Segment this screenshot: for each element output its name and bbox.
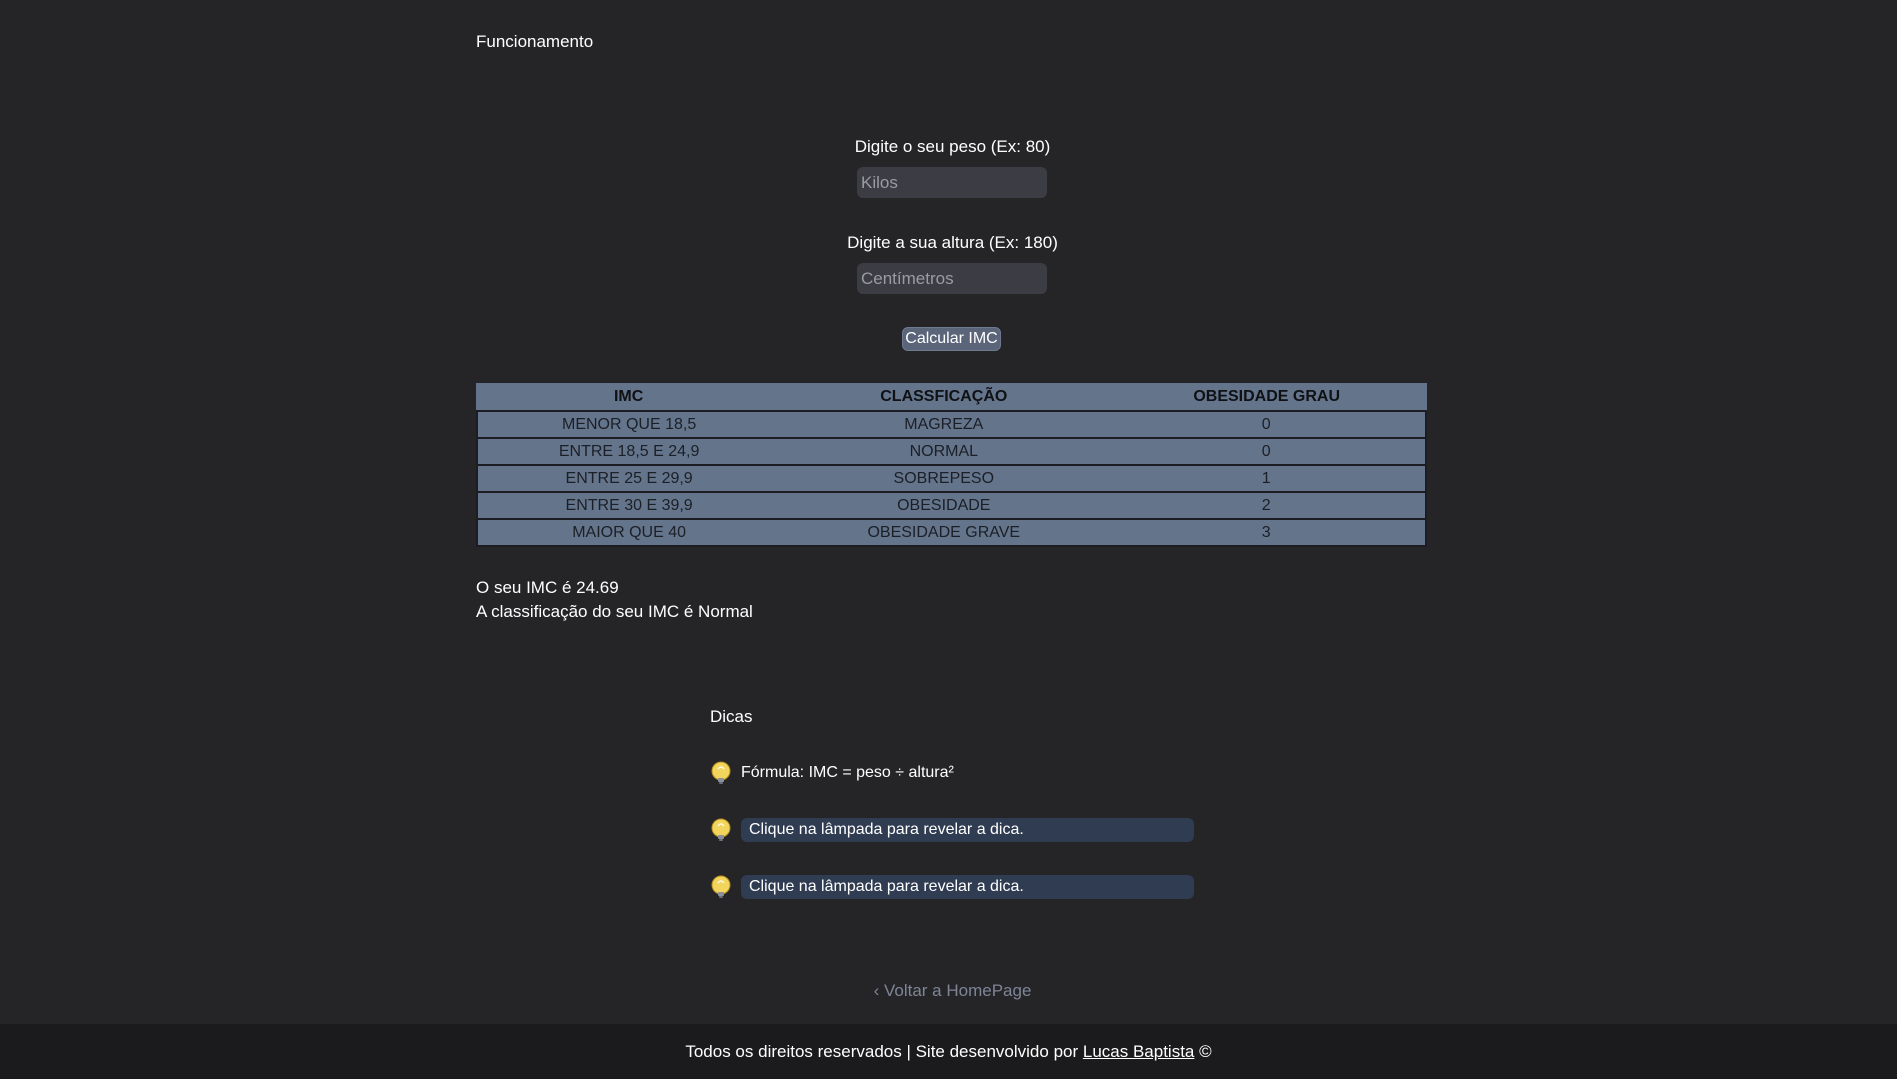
height-input[interactable] — [857, 263, 1047, 294]
footer-copyright: © — [1199, 1042, 1212, 1061]
page-title: Funcionamento — [476, 32, 594, 51]
tip-hidden-box[interactable]: Clique na lâmpada para revelar a dica. — [741, 818, 1194, 842]
weight-label: Digite o seu peso (Ex: 80) — [854, 137, 1051, 156]
table-cell-classification: NORMAL — [780, 437, 1108, 465]
back-to-homepage-link[interactable]: ‹ Voltar a HomePage — [0, 981, 1897, 1001]
table-cell-classification: MAGREZA — [780, 410, 1108, 438]
table-row: MENOR QUE 18,5 MAGREZA 0 — [475, 410, 1427, 438]
tip-text-formula: Fórmula: IMC = peso ÷ altura² — [741, 764, 954, 781]
table-cell-imc: ENTRE 25 E 29,9 — [475, 464, 781, 492]
tips-title: Dicas — [710, 707, 753, 726]
tip-item-revealed: Fórmula: IMC = peso ÷ altura² — [710, 761, 954, 785]
imc-table: IMC CLASSFICAÇÃO OBESIDADE GRAU MENOR QU… — [475, 383, 1427, 547]
lightbulb-icon[interactable] — [710, 761, 732, 785]
table-cell-grade: 0 — [1107, 437, 1427, 465]
table-cell-imc: ENTRE 18,5 E 24,9 — [475, 437, 781, 465]
table-cell-imc: ENTRE 30 E 39,9 — [475, 491, 781, 519]
table-cell-imc: MENOR QUE 18,5 — [475, 410, 781, 438]
table-row: ENTRE 25 E 29,9 SOBREPESO 1 — [475, 464, 1427, 492]
lightbulb-icon[interactable] — [710, 818, 732, 842]
height-label: Digite a sua altura (Ex: 180) — [847, 233, 1058, 252]
footer-text: Todos os direitos reservados | Site dese… — [685, 1042, 1079, 1061]
table-header-classification: CLASSFICAÇÃO — [780, 383, 1108, 411]
table-cell-classification: OBESIDADE — [780, 491, 1108, 519]
table-cell-imc: MAIOR QUE 40 — [475, 518, 781, 547]
table-cell-grade: 1 — [1107, 464, 1427, 492]
calculate-imc-button[interactable]: Calcular IMC — [902, 327, 1001, 351]
table-header-imc: IMC — [477, 383, 781, 411]
table-header-obesity-grade: OBESIDADE GRAU — [1107, 383, 1426, 411]
footer-author-link[interactable]: Lucas Baptista — [1083, 1042, 1195, 1061]
table-row: ENTRE 18,5 E 24,9 NORMAL 0 — [475, 437, 1427, 465]
imc-classification-result: A classificação do seu IMC é Normal — [476, 602, 753, 621]
table-row: ENTRE 30 E 39,9 OBESIDADE 2 — [475, 491, 1427, 519]
footer: Todos os direitos reservados | Site dese… — [0, 1024, 1897, 1079]
tip-item-hidden: Clique na lâmpada para revelar a dica. — [710, 818, 1194, 842]
table-cell-grade: 3 — [1107, 518, 1427, 547]
imc-page: Funcionamento Digite o seu peso (Ex: 80)… — [0, 0, 1897, 1079]
table-cell-grade: 0 — [1107, 410, 1427, 438]
lightbulb-icon[interactable] — [710, 875, 732, 899]
table-cell-grade: 2 — [1107, 491, 1427, 519]
imc-result: O seu IMC é 24.69 — [476, 578, 619, 597]
tip-hidden-box[interactable]: Clique na lâmpada para revelar a dica. — [741, 875, 1194, 899]
tip-item-hidden: Clique na lâmpada para revelar a dica. — [710, 875, 1194, 899]
table-row: MAIOR QUE 40 OBESIDADE GRAVE 3 — [475, 518, 1427, 547]
table-cell-classification: SOBREPESO — [780, 464, 1108, 492]
table-header-row: IMC CLASSFICAÇÃO OBESIDADE GRAU — [477, 383, 1426, 411]
table-cell-classification: OBESIDADE GRAVE — [780, 518, 1108, 547]
weight-input[interactable] — [857, 167, 1047, 198]
